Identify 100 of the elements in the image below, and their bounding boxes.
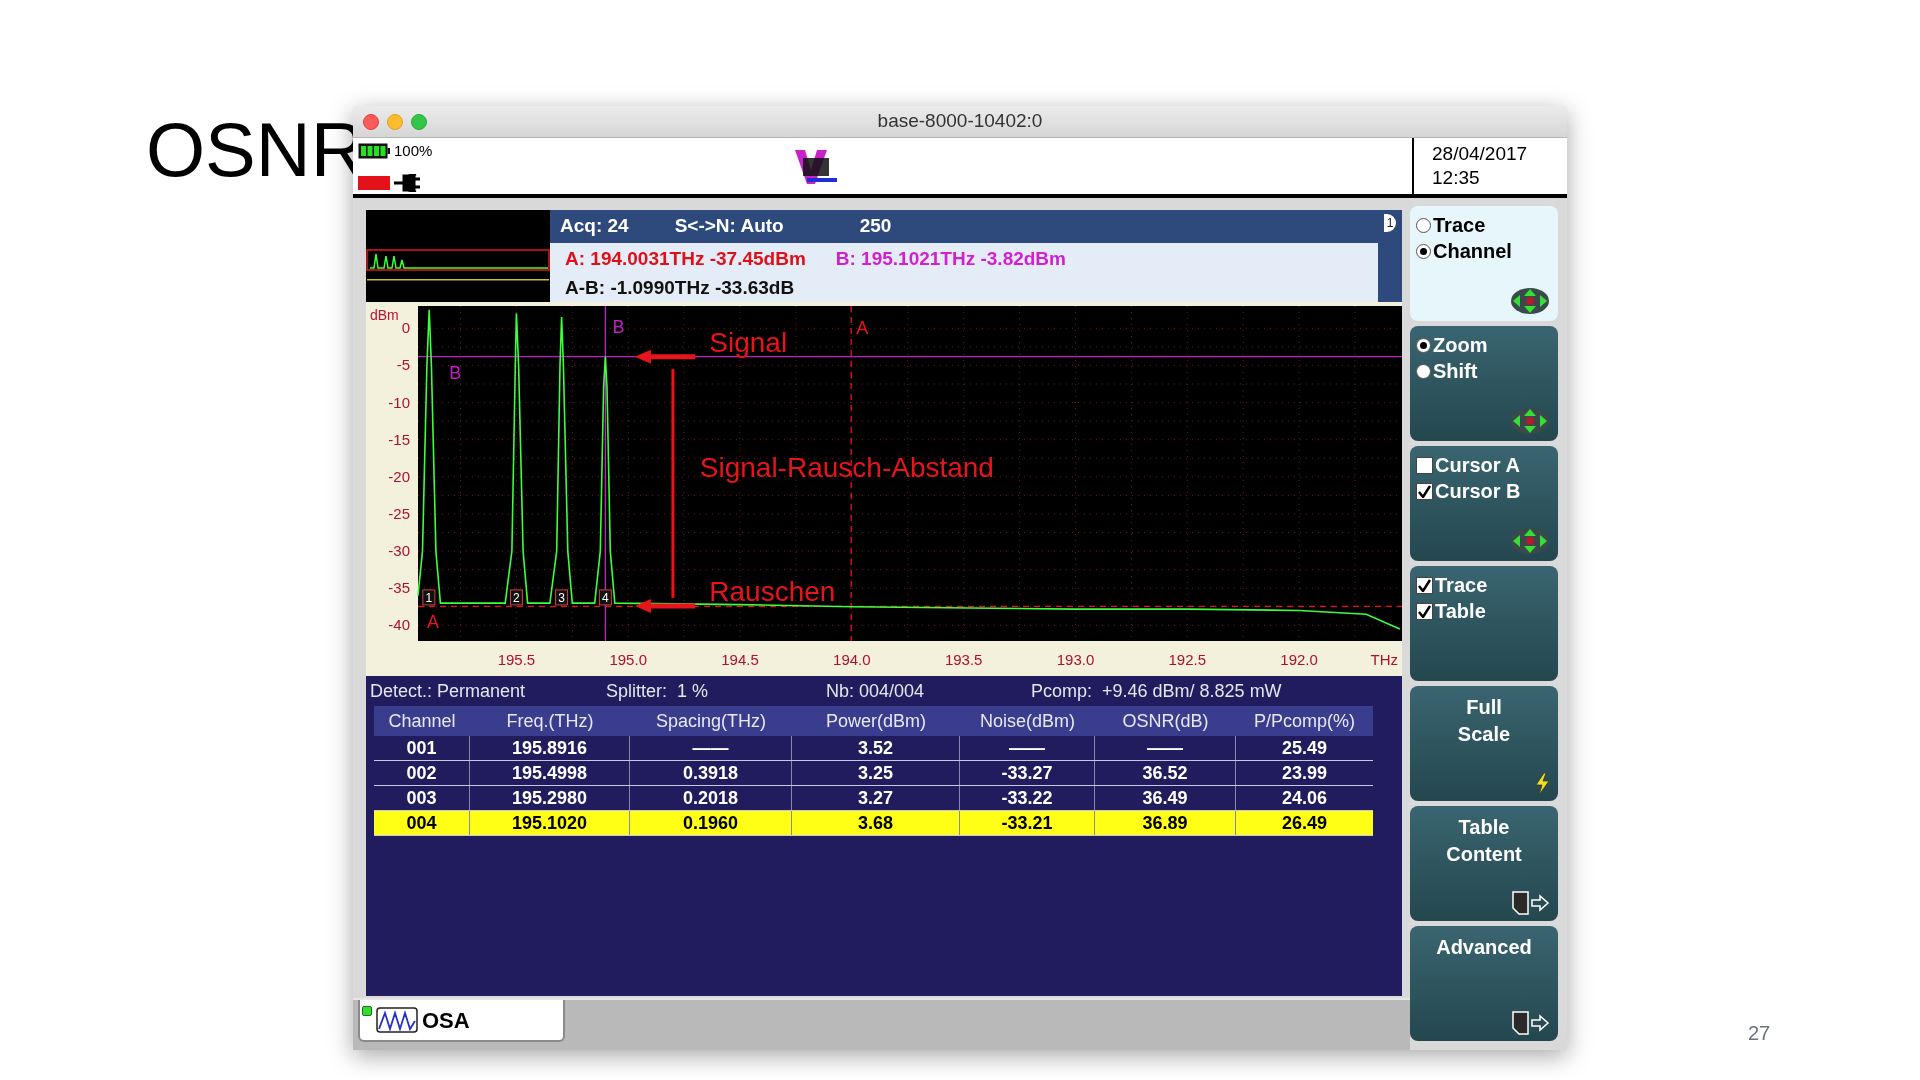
column-header: OSNR(dB): [1121, 709, 1210, 733]
table-cell-text: 25.49: [1280, 736, 1328, 760]
cursor-label: B: [449, 362, 462, 383]
table-cell: 36.52: [1095, 761, 1236, 785]
radio-option[interactable]: Shift: [1416, 358, 1552, 384]
info-text: Pcomp: +9.46 dBm/ 8.825 mW: [1031, 679, 1283, 703]
column-header: Freq.(THz): [505, 709, 595, 733]
checkbox-option[interactable]: Cursor A: [1416, 452, 1552, 478]
battery-icon: [358, 143, 390, 160]
table-cell: 0.2018: [630, 786, 792, 810]
radio-option[interactable]: Channel: [1416, 238, 1552, 264]
softkey-button[interactable]: Trace Channel: [1410, 206, 1558, 321]
checkbox[interactable]: [1416, 602, 1433, 620]
cursor-label: A: [426, 611, 439, 632]
column-header: Channel: [387, 709, 457, 733]
column-header: Power(dBm): [825, 709, 927, 733]
table-cell: 3.52: [792, 736, 960, 760]
x-tick-label: 194.0: [833, 651, 871, 668]
radio-option[interactable]: Trace: [1416, 212, 1552, 238]
softkey-button[interactable]: Trace Table: [1410, 566, 1558, 681]
table-cell: 195.1020: [470, 811, 630, 835]
softkey-button[interactable]: Zoom Shift: [1410, 326, 1558, 441]
softkey-button[interactable]: Full Scale: [1410, 686, 1558, 801]
cursor-label: B: [612, 316, 625, 337]
table-cell: 3.27: [792, 786, 960, 810]
page-number: 27: [1748, 1021, 1771, 1046]
table-cell: -33.27: [960, 761, 1095, 785]
column-header: Spacing(THz): [655, 709, 767, 733]
cursor-b-readout: B: 195.1021THz -3.82dBm: [835, 247, 1066, 271]
radio-option[interactable]: Zoom: [1416, 332, 1552, 358]
checkbox[interactable]: [1416, 576, 1433, 594]
trace-number: 1: [1383, 214, 1397, 232]
time-text: 12:35: [1432, 166, 1481, 190]
power-bar-icon: [358, 176, 390, 190]
table-cell: 36.49: [1095, 786, 1236, 810]
osa-tab[interactable]: OSA: [358, 1000, 565, 1042]
x-axis-unit: THz: [1370, 651, 1398, 668]
table-cell: 3.25: [792, 761, 960, 785]
table-cell-text: 24.06: [1280, 786, 1328, 810]
spectrum-icon: [376, 1007, 418, 1033]
y-tick-label: -30: [388, 542, 410, 560]
table-cell: 003: [374, 786, 470, 810]
radio-button[interactable]: [1416, 337, 1431, 353]
cursor-delta-readout: A-B: -1.0990THz -33.63dB: [564, 275, 796, 300]
table-cell: ——: [960, 736, 1095, 760]
arrow: [634, 599, 696, 614]
checkbox[interactable]: [1416, 456, 1433, 474]
lightning-icon: [1534, 773, 1550, 795]
radio-button[interactable]: [1416, 363, 1431, 379]
channel-marker: 3: [555, 589, 569, 606]
softkey-button[interactable]: Cursor A Cursor B: [1410, 446, 1558, 561]
y-axis-unit: dBm: [370, 307, 399, 323]
submenu-icon: [1512, 891, 1550, 915]
table-cell: 195.2980: [470, 786, 630, 810]
cursor-label: A: [856, 318, 869, 339]
arrow: [634, 349, 696, 364]
x-tick-label: 192.5: [1168, 651, 1207, 668]
table-cell-text: 26.49: [1280, 811, 1328, 835]
checkbox-option[interactable]: Table: [1416, 598, 1552, 624]
softkey-button[interactable]: Advanced: [1410, 926, 1558, 1041]
acquisition-count: Acq: 24: [560, 214, 629, 239]
info-text: Splitter: 1 %: [606, 679, 710, 703]
annotation-label: Signal-Rausch-Abstand: [699, 451, 994, 483]
date-text: 28/04/2017: [1432, 142, 1529, 166]
info-text: Detect.: Permanent: [370, 679, 527, 703]
y-tick-label: -15: [388, 430, 410, 448]
radio-button[interactable]: [1416, 243, 1431, 259]
close-button[interactable]: [363, 114, 379, 130]
y-tick-label: -25: [388, 505, 410, 522]
y-tick-label: -10: [388, 393, 410, 411]
table-cell: ——: [630, 736, 792, 760]
table-cell: 36.89: [1095, 811, 1236, 835]
x-tick-label: 194.5: [721, 651, 759, 668]
annotation: 2: [513, 590, 521, 605]
x-tick-label: 195.5: [497, 651, 536, 668]
table-cell: -33.21: [960, 811, 1095, 835]
y-tick-label: -40: [388, 616, 410, 634]
y-tick-label: 0: [401, 319, 410, 337]
table-cell: -33.22: [960, 786, 1095, 810]
annotation: 4: [602, 590, 610, 605]
checkbox[interactable]: [1416, 482, 1433, 500]
table-cell: 002: [374, 761, 470, 785]
radio-button[interactable]: [1416, 217, 1431, 233]
y-tick-label: -20: [388, 467, 410, 485]
battery-percent: 100%: [394, 141, 433, 161]
checkbox-option[interactable]: Cursor B: [1416, 478, 1552, 504]
table-cell: 0.3918: [630, 761, 792, 785]
checkbox-option[interactable]: Trace: [1416, 572, 1552, 598]
column-header: P/Pcomp(%): [1253, 709, 1356, 733]
table-cell: 195.8916: [470, 736, 630, 760]
window-title: base-8000-10402:0: [877, 109, 1043, 134]
table-cell: 001: [374, 736, 470, 760]
y-tick-label: -5: [396, 356, 410, 374]
x-tick-label: 193.0: [1056, 651, 1095, 668]
submenu-icon: [1512, 1011, 1550, 1035]
channel-marker: 1: [422, 589, 436, 606]
channel-marker: 2: [509, 589, 523, 606]
table-cell: 0.1960: [630, 811, 792, 835]
noise-mode: S<->N: Auto: [674, 214, 784, 239]
softkey-button[interactable]: Table Content: [1410, 806, 1558, 921]
